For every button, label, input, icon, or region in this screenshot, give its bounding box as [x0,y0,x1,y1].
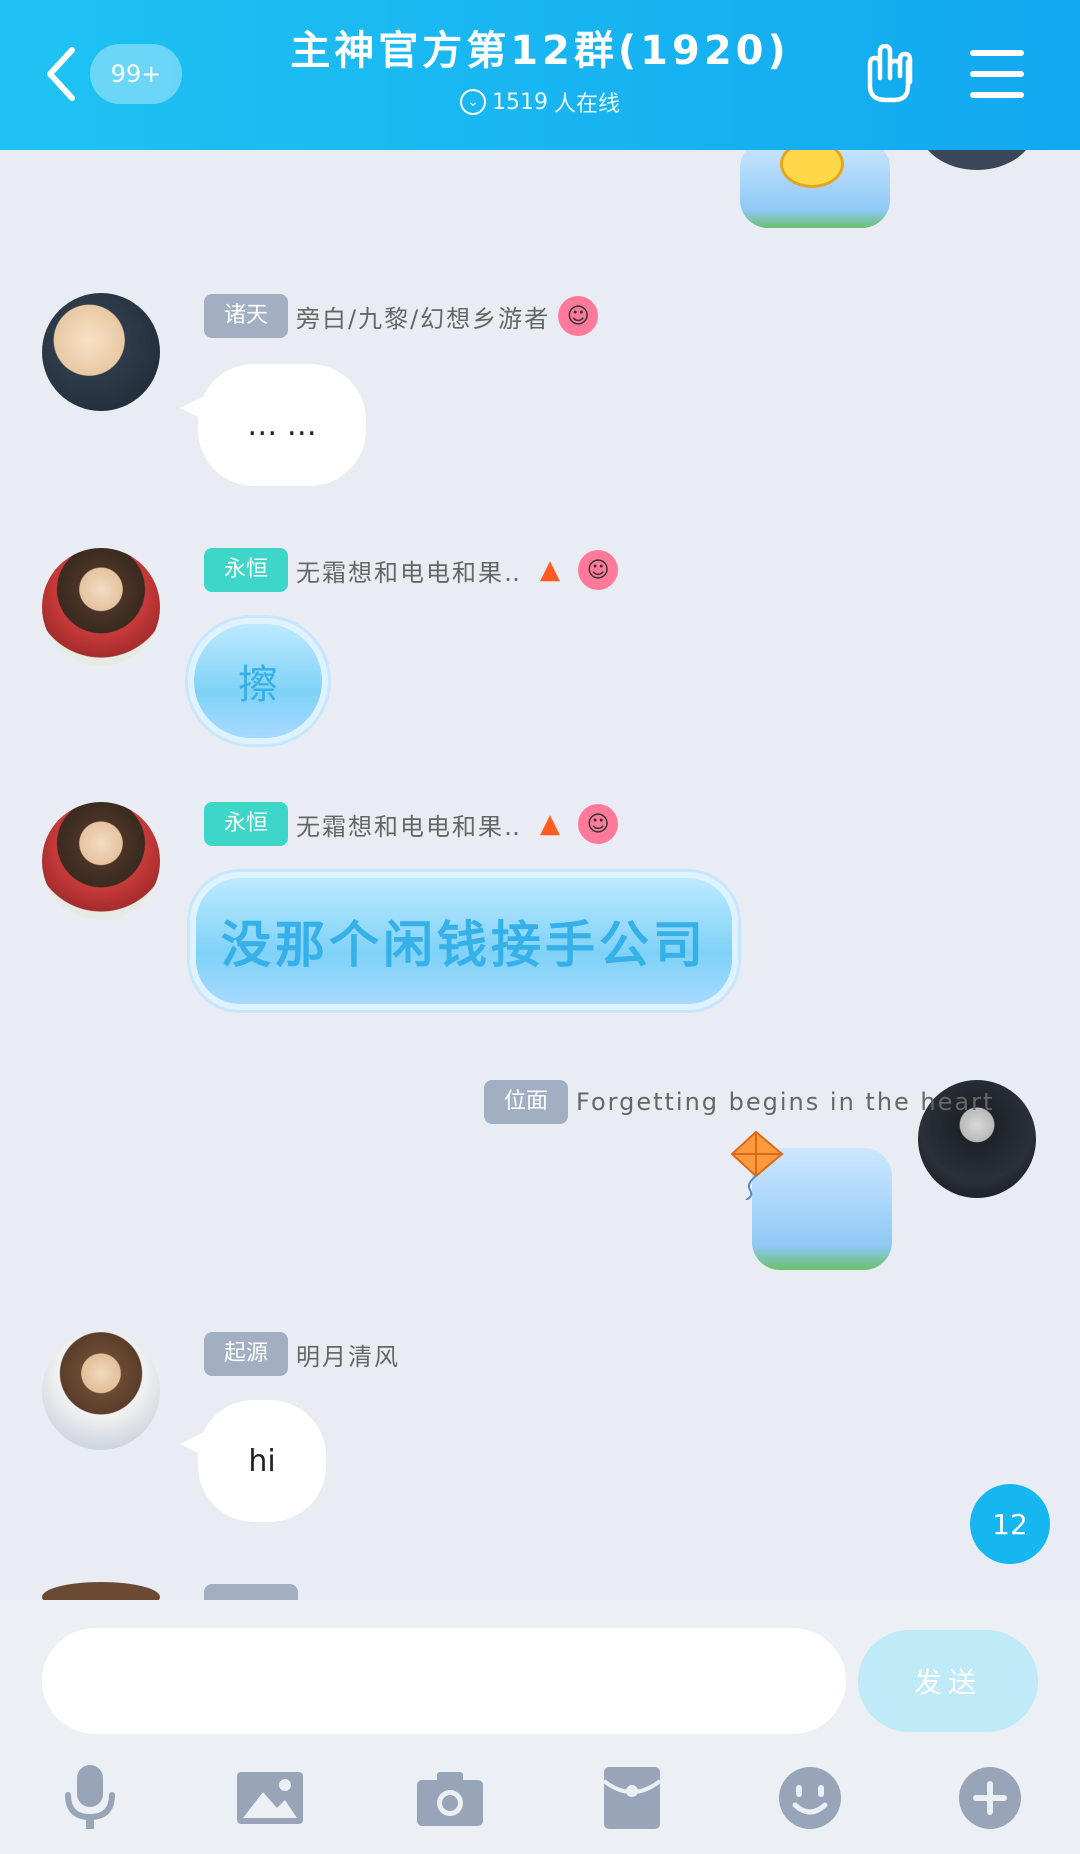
sticker-bubble[interactable]: 没那个闲钱接手公司 [190,872,738,1010]
laughing-emoji-icon: ☺ [578,550,619,590]
laughing-emoji-icon: ☺ [558,296,599,336]
hand-gesture-icon[interactable] [858,44,920,106]
message-input[interactable] [42,1628,846,1734]
chevron-down-circle-icon[interactable]: ⌄ [459,89,486,115]
message-text: 擦 [238,662,278,708]
chat-header: 99+ 主神官方第12群(1920) ⌄ 1519 人在线 [0,0,1080,150]
online-count: 1519 [491,89,548,115]
send-button[interactable]: 发送 [858,1630,1038,1732]
sticker-partial [740,150,890,228]
online-label: 人在线 [553,92,620,117]
sender-name: 无霜想和电电和果‥ [296,812,523,841]
message-text: 没那个闲钱接手公司 [221,916,707,974]
fire-icon: ▲ [540,555,561,585]
sticker-bubble[interactable]: 擦 [188,618,328,744]
member-tag: 位面 [484,1080,569,1124]
new-messages-badge[interactable]: 12 [970,1484,1050,1564]
image-icon[interactable] [234,1762,306,1834]
member-tag: 起源 [204,1332,289,1376]
fire-icon: ▲ [540,809,561,839]
member-tag: 永恒 [204,548,289,592]
emoji-icon[interactable] [774,1762,846,1834]
unread-count-badge[interactable]: 99+ [90,44,182,104]
menu-icon[interactable] [970,50,1024,98]
sender-name: 旁白/九黎/幻想乡游者 [296,304,551,333]
sender-row: 永恒 无霜想和电电和果‥ ▲ ☺ [204,802,619,846]
sender-name: 明月清风 [296,1342,401,1371]
message-bubble[interactable]: … … [180,364,366,486]
avatar[interactable] [42,293,160,411]
avatar[interactable] [42,1332,160,1450]
red-packet-icon[interactable] [596,1762,668,1834]
avatar[interactable] [42,1582,160,1600]
message-text: … … [247,407,317,443]
smiley-icon [780,150,844,188]
laughing-emoji-icon: ☺ [578,804,619,844]
avatar[interactable] [42,548,160,666]
sender-row: 起源 明月清风 [204,1332,400,1376]
member-tag: 诸天 [204,294,289,338]
sender-name: Forgetting begins in the heart [576,1088,995,1116]
sender-row: 永恒 无霜想和电电和果‥ ▲ ☺ [204,548,619,592]
member-tag [204,1584,298,1600]
sender-name: 无霜想和电电和果‥ [296,558,523,587]
message-bubble[interactable]: hi [180,1400,326,1522]
avatar[interactable] [42,802,160,920]
avatar[interactable] [918,150,1036,170]
title-block: 主神官方第12群(1920) ⌄ 1519 人在线 [250,18,830,118]
plus-icon[interactable] [954,1762,1026,1834]
back-arrow-icon[interactable] [40,44,82,104]
message-text: hi [248,1443,276,1479]
message-list[interactable]: 诸天 旁白/九黎/幻想乡游者 ☺ … … 永恒 无霜想和电电和果‥ ▲ ☺ 擦 … [0,150,1080,1600]
microphone-icon[interactable] [54,1762,126,1834]
group-title: 主神官方第12群(1920) [290,28,790,74]
member-tag: 永恒 [204,802,289,846]
online-status: ⌄ 1519 人在线 [250,86,830,118]
sender-row: 诸天 旁白/九黎/幻想乡游者 ☺ [204,294,599,338]
composer: 发送 [0,1600,1080,1854]
kite-icon [730,1130,784,1200]
sender-row: 位面 Forgetting begins in the heart [484,1080,994,1124]
camera-icon[interactable] [414,1762,486,1834]
